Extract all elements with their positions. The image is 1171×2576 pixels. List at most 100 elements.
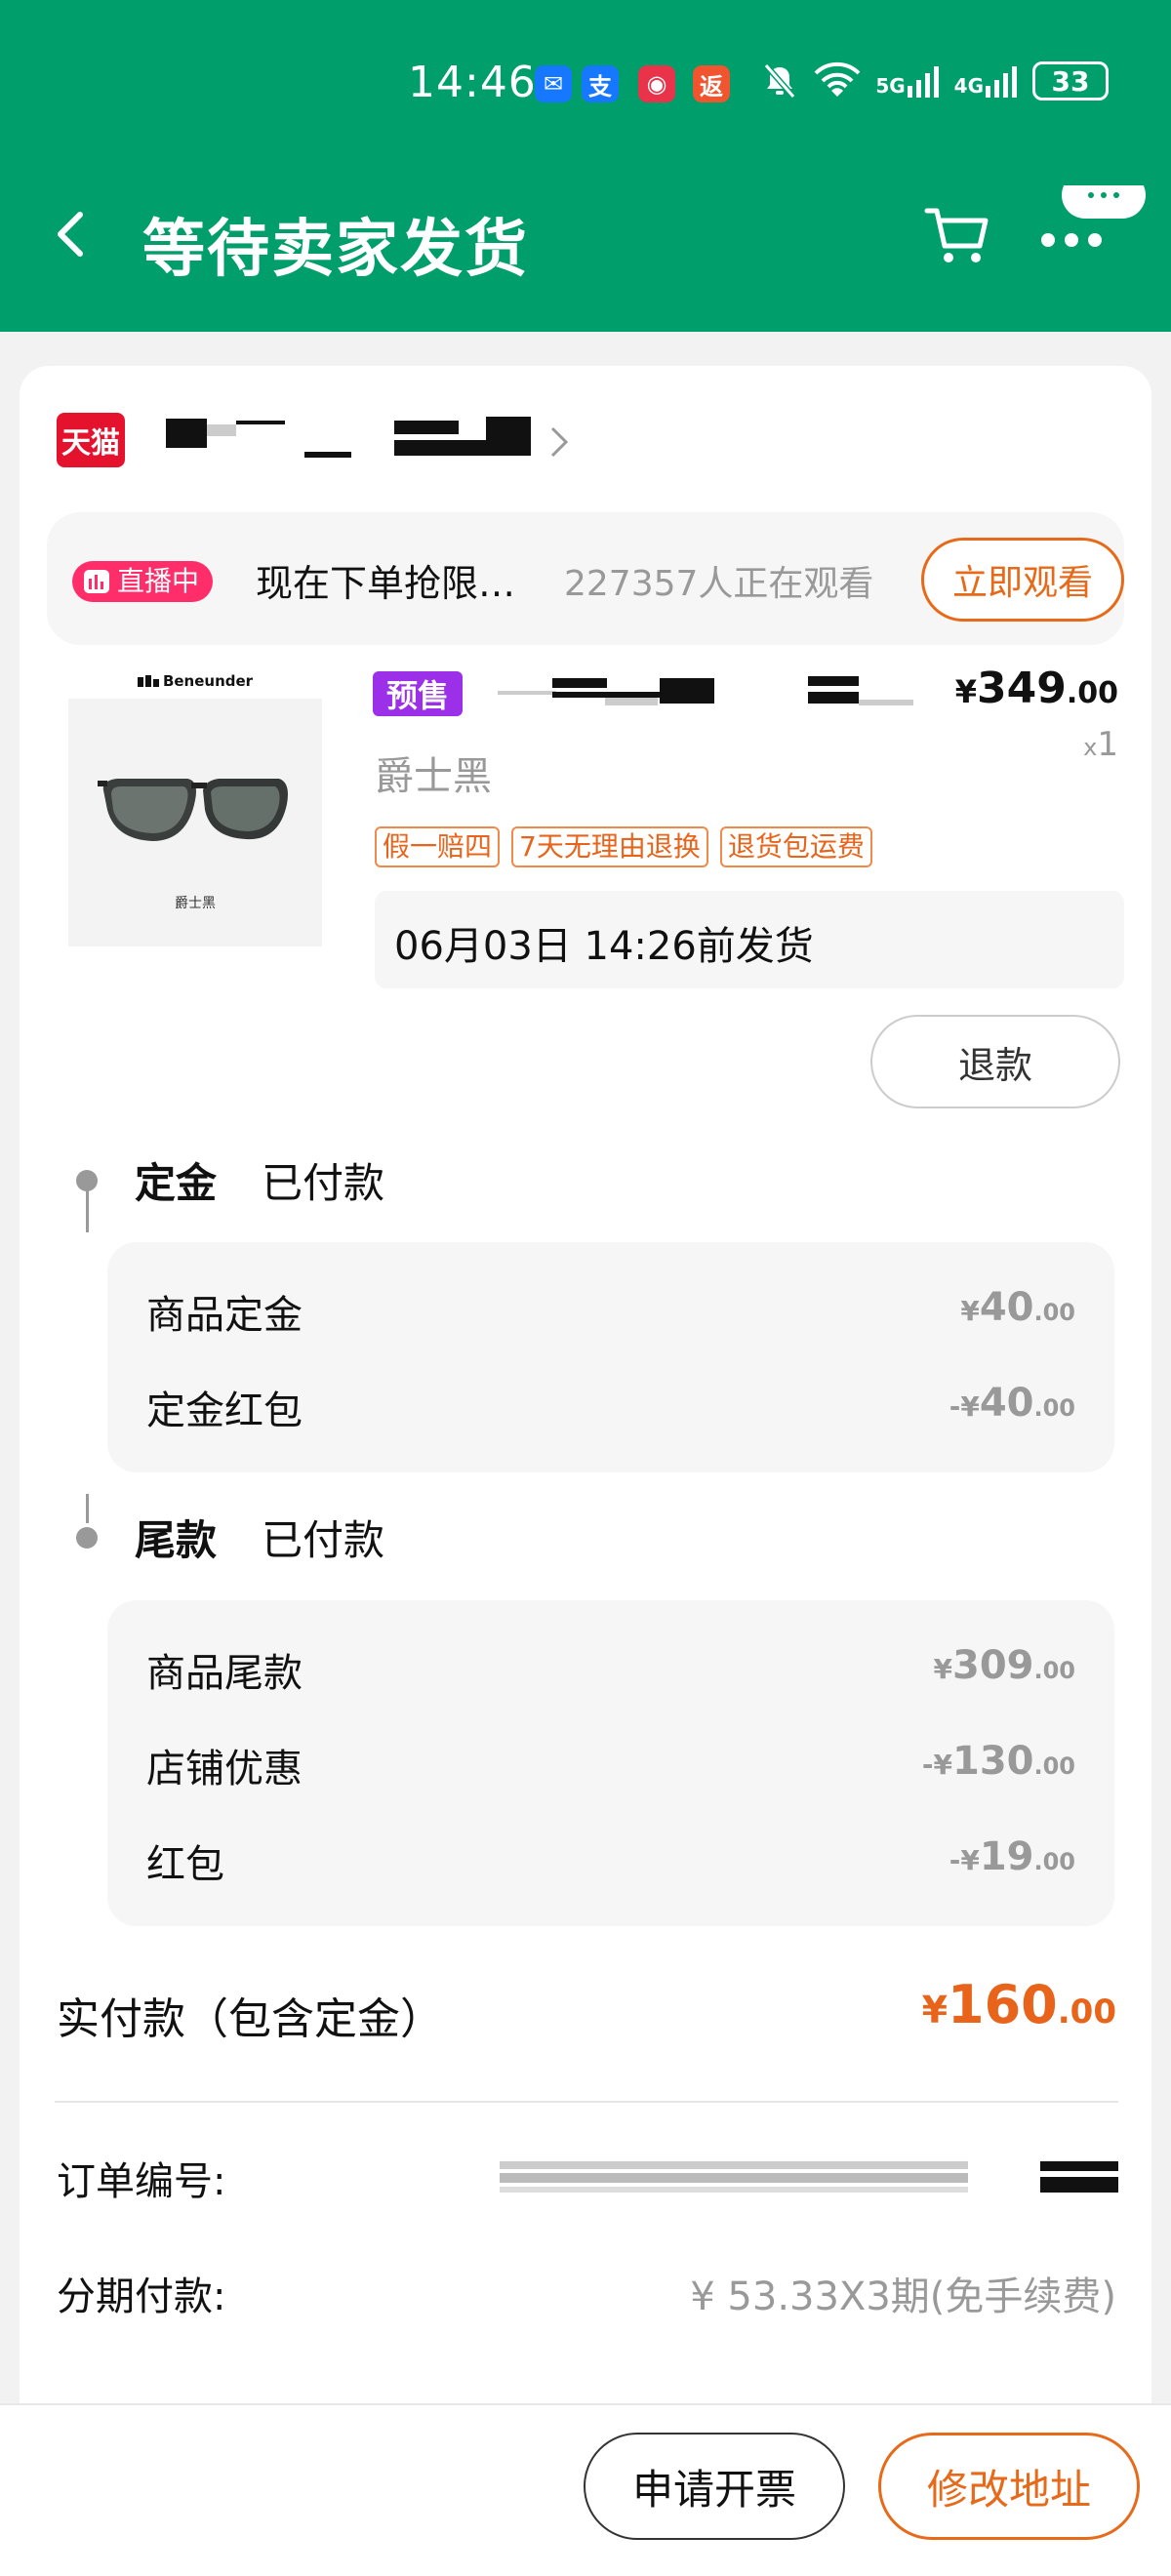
pay-row: 店铺优惠 -¥130.00	[146, 1737, 1075, 1795]
live-bars-icon	[84, 570, 109, 593]
price-integer: 349	[976, 664, 1067, 713]
status-time: 14:46	[408, 58, 537, 107]
currency: ¥	[933, 1653, 952, 1685]
status-bar: 14:46 ✉ 支 ◉ 返 5G 4G 33	[0, 54, 1171, 112]
amount-decimal: .00	[1033, 1394, 1075, 1422]
pay-row-label: 红包	[146, 1842, 224, 1887]
price-decimal: .00	[1066, 676, 1118, 710]
more-icon[interactable]	[1040, 185, 1148, 263]
live-viewers: 227357人正在观看	[564, 564, 874, 604]
amount-integer: 40	[979, 1381, 1034, 1426]
currency: -¥	[949, 1844, 980, 1876]
signal-4g-icon: 4G	[954, 64, 1019, 98]
live-badge: 直播中	[72, 561, 214, 602]
amount-decimal: .00	[1033, 1752, 1075, 1780]
product-price: ¥349.00	[955, 664, 1118, 713]
brand-label: Beneunder	[68, 664, 322, 699]
wifi-icon	[814, 61, 861, 97]
pay-row: 商品定金 ¥40.00	[146, 1283, 1075, 1342]
amount-decimal: .00	[1033, 1299, 1075, 1326]
service-tag: 7天无理由退换	[511, 826, 708, 867]
network-4g-label: 4G	[953, 74, 984, 98]
balance-status: 已付款	[262, 1516, 385, 1564]
divider	[55, 2101, 1118, 2103]
pay-row-label: 商品尾款	[146, 1651, 303, 1696]
installment-label: 分期付款:	[57, 2274, 226, 2319]
chevron-left-icon[interactable]	[47, 207, 96, 262]
deposit-status: 已付款	[262, 1159, 385, 1207]
balance-title: 尾款	[135, 1516, 218, 1564]
product-image[interactable]: Beneunder 爵士黑	[68, 664, 322, 946]
service-tags: 假一赔四 7天无理由退换 退货包运费	[375, 826, 872, 867]
watch-now-button[interactable]: 立即观看	[921, 538, 1124, 622]
pay-row-label: 定金红包	[146, 1389, 303, 1433]
pay-row-value: ¥309.00	[934, 1643, 1076, 1688]
shipping-deadline-text: 06月03日 14:26前发货	[394, 924, 814, 969]
deposit-breakdown: 商品定金 ¥40.00 定金红包 -¥40.00	[107, 1242, 1114, 1472]
amount-integer: 40	[979, 1285, 1034, 1330]
refund-button[interactable]: 退款	[870, 1015, 1120, 1108]
pay-row-label: 商品定金	[146, 1293, 303, 1338]
installment-value: ¥ 53.33X3期(免手续费)	[690, 2274, 1116, 2319]
presale-badge: 预售	[373, 671, 463, 716]
tmall-logo: 天猫	[57, 413, 125, 467]
pay-row-value: -¥130.00	[922, 1739, 1075, 1784]
bell-off-icon	[764, 63, 796, 99]
modify-address-button[interactable]: 修改地址	[878, 2433, 1140, 2540]
notification-app-icon: 返	[693, 65, 730, 102]
bottom-action-bar: 申请开票 修改地址	[0, 2403, 1171, 2576]
service-tag: 假一赔四	[375, 826, 501, 867]
currency: -¥	[921, 1749, 952, 1781]
qty-value: 1	[1097, 725, 1118, 764]
cart-icon[interactable]	[923, 203, 991, 267]
live-badge-label: 直播中	[117, 565, 200, 597]
product-sku: 爵士黑	[375, 754, 492, 799]
notification-app-icon: ✉	[535, 65, 572, 102]
pay-row: 商品尾款 ¥309.00	[146, 1641, 1075, 1700]
notification-app-icon: ◉	[638, 65, 675, 102]
amount-integer: 309	[951, 1643, 1034, 1688]
paid-total-value: ¥160.00	[922, 1974, 1116, 2035]
balance-breakdown: 商品尾款 ¥309.00 店铺优惠 -¥130.00 红包 -¥19.00	[107, 1600, 1114, 1926]
price-currency: ¥	[954, 673, 977, 710]
amount-integer: 160	[948, 1974, 1058, 2035]
timeline-line	[86, 1494, 89, 1523]
image-color-label: 爵士黑	[175, 896, 216, 911]
order-number-label: 订单编号:	[57, 2159, 226, 2204]
timeline-line	[86, 1182, 89, 1232]
brand-name: Beneunder	[162, 672, 254, 690]
pay-row-value: -¥40.00	[949, 1381, 1075, 1426]
product-quantity: x1	[1083, 725, 1118, 764]
currency: ¥	[960, 1295, 980, 1327]
service-tag: 退货包运费	[719, 826, 872, 867]
qty-prefix: x	[1083, 734, 1098, 761]
amount-decimal: .00	[1033, 1848, 1075, 1875]
sunglasses-image	[98, 779, 288, 841]
pay-row-value: ¥40.00	[960, 1285, 1075, 1330]
shop-row[interactable]: 天猫	[57, 413, 642, 471]
live-text: 现在下单抢限…	[256, 562, 516, 605]
alipay-icon: 支	[582, 65, 619, 102]
request-invoice-button[interactable]: 申请开票	[584, 2433, 845, 2540]
chevron-right-icon	[550, 426, 569, 458]
brand-logo-icon	[137, 675, 159, 687]
page-title: 等待卖家发货	[142, 214, 529, 286]
currency: -¥	[949, 1390, 980, 1423]
paid-total-label: 实付款（包含定金）	[57, 1994, 443, 2044]
live-banner[interactable]: 直播中 现在下单抢限… 227357人正在观看 立即观看	[47, 512, 1124, 645]
amount-integer: 19	[979, 1834, 1034, 1879]
pay-row: 红包 -¥19.00	[146, 1832, 1075, 1891]
network-5g-label: 5G	[875, 74, 906, 98]
pay-row: 定金红包 -¥40.00	[146, 1379, 1075, 1437]
header: 14:46 ✉ 支 ◉ 返 5G 4G 33 等待卖家发货	[0, 0, 1171, 332]
currency: ¥	[921, 1989, 949, 2032]
battery-icon: 33	[1032, 61, 1109, 101]
status-icons: 5G 4G 33	[760, 61, 1109, 101]
amount-decimal: .00	[1057, 1992, 1116, 2032]
amount-decimal: .00	[1033, 1657, 1075, 1684]
shipping-deadline: 06月03日 14:26前发货	[375, 891, 1124, 988]
nav-bar: 等待卖家发货	[0, 185, 1171, 286]
pay-row-label: 店铺优惠	[146, 1747, 303, 1791]
order-card: 天猫 直播中 现在下单抢限… 227357人正在观看 立即观看 Beneunde…	[20, 366, 1151, 2576]
pay-row-value: -¥19.00	[949, 1834, 1075, 1879]
